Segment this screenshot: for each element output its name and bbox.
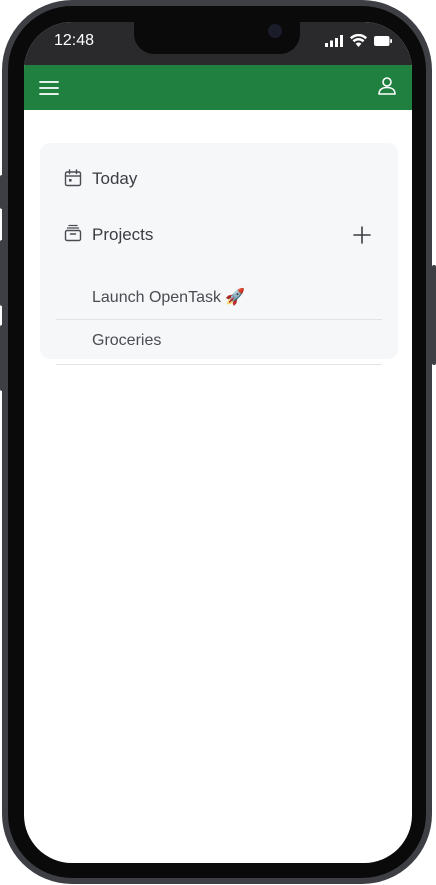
app-bar [24, 65, 412, 110]
nav-item-today[interactable]: Today [40, 165, 398, 193]
phone-screen: 12:48 Today Projects Launch OpenTask 🚀 G… [24, 22, 412, 863]
notch [134, 22, 300, 54]
archive-box-icon [64, 224, 82, 242]
power-button [432, 265, 436, 365]
nav-item-today-label: Today [92, 169, 138, 188]
menu-button[interactable] [38, 77, 60, 99]
status-icons [325, 34, 392, 47]
status-bar: 12:48 [24, 22, 412, 65]
add-project-button[interactable] [352, 225, 372, 245]
cellular-signal-icon [325, 34, 343, 47]
calendar-icon [64, 169, 82, 187]
project-item-launch-opentask[interactable]: Launch OpenTask 🚀 [56, 275, 382, 320]
hamburger-menu-icon [39, 81, 59, 95]
status-time: 12:48 [54, 32, 95, 49]
user-icon [378, 77, 396, 95]
account-button[interactable] [376, 75, 398, 97]
battery-icon [374, 35, 392, 46]
project-item-label: Launch OpenTask 🚀 [92, 289, 246, 306]
project-item-groceries[interactable]: Groceries [56, 320, 382, 365]
projects-section-label: Projects [92, 225, 154, 244]
navigation-panel: Today Projects Launch OpenTask 🚀 Groceri… [40, 143, 398, 365]
front-camera [268, 24, 282, 38]
projects-section-header: Projects [40, 221, 398, 249]
plus-icon [353, 226, 371, 244]
project-item-label: Groceries [92, 332, 162, 349]
wifi-icon [350, 34, 367, 47]
